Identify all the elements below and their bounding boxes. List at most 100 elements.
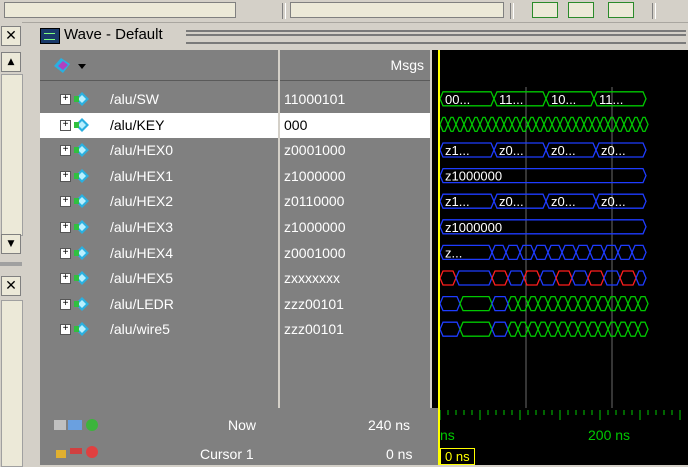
ledr-wave-segment bbox=[537, 295, 549, 312]
toolbar-field[interactable] bbox=[4, 2, 236, 18]
signal-row[interactable]: + /alu/wire5 bbox=[40, 317, 278, 342]
key-wave-segment bbox=[487, 116, 497, 133]
hex4-wave-segment bbox=[589, 244, 605, 261]
key-wave-segment bbox=[519, 116, 529, 133]
signal-icon bbox=[74, 245, 89, 260]
scroll-down-icon[interactable]: ▼ bbox=[1, 234, 21, 254]
cursor-time-row[interactable]: 0 ns bbox=[438, 448, 688, 465]
wire5-wave-segment bbox=[491, 321, 509, 337]
signal-name: /alu/HEX1 bbox=[110, 167, 174, 184]
expand-icon[interactable]: + bbox=[60, 145, 71, 157]
key-wave-segment bbox=[631, 116, 641, 133]
key-wave-segment bbox=[455, 116, 465, 133]
expand-icon[interactable]: + bbox=[60, 247, 71, 259]
add-cursor-icon bbox=[86, 419, 98, 431]
dock-splitter[interactable] bbox=[0, 262, 22, 266]
scrollbar-track[interactable] bbox=[1, 74, 23, 236]
signal-row[interactable]: + /alu/HEX5 bbox=[40, 266, 278, 291]
wire5-wave-segment bbox=[537, 321, 549, 337]
hex4-wave-segment bbox=[519, 244, 535, 261]
hex2-wave-label: z0... bbox=[551, 194, 576, 209]
signal-icon bbox=[74, 271, 89, 286]
signal-row[interactable]: + /alu/HEX2 bbox=[40, 189, 278, 214]
toolbar-field[interactable] bbox=[290, 2, 504, 18]
edit-cursor-icon bbox=[70, 448, 82, 454]
signal-value-row[interactable]: 000 bbox=[280, 112, 430, 138]
add-signal-icon[interactable] bbox=[52, 56, 88, 76]
key-wave-segment bbox=[479, 116, 489, 133]
toolbar bbox=[0, 0, 688, 23]
signal-row[interactable]: + /alu/SW bbox=[40, 87, 278, 112]
signal-name: /alu/HEX3 bbox=[110, 219, 174, 235]
side-panel bbox=[1, 300, 23, 467]
signal-value-row[interactable]: z1000000 bbox=[280, 215, 430, 240]
wire5-wave-segment bbox=[607, 321, 619, 337]
wave-tool-icon[interactable] bbox=[608, 2, 634, 18]
key-wave-segment bbox=[447, 116, 457, 133]
expand-icon[interactable]: + bbox=[60, 170, 71, 182]
signal-value-row[interactable]: z0001000 bbox=[280, 241, 430, 266]
signal-value-row[interactable]: z0110000 bbox=[280, 189, 430, 214]
signal-name: /alu/SW bbox=[110, 91, 160, 107]
signal-value: zxxxxxxx bbox=[284, 270, 340, 287]
signal-row[interactable]: + /alu/LEDR bbox=[40, 292, 278, 317]
wave-tool-icon[interactable] bbox=[568, 2, 594, 18]
expand-icon[interactable]: + bbox=[60, 324, 71, 336]
signal-row[interactable]: + /alu/HEX3 bbox=[40, 215, 278, 240]
signal-value-row[interactable]: zzz00101 bbox=[280, 317, 430, 342]
value-pane-header: Msgs bbox=[280, 50, 430, 81]
hex4-wave-segment bbox=[491, 244, 507, 261]
toolbar-separator bbox=[510, 3, 514, 19]
time-ruler[interactable]: ns 200 ns bbox=[438, 408, 688, 448]
expand-icon[interactable]: + bbox=[60, 119, 71, 131]
ledr-wave-segment bbox=[557, 295, 569, 312]
waveform-canvas: 00... 11... 10... 11... z1... z0... z0... z0...… bbox=[439, 87, 649, 408]
signal-icon bbox=[74, 92, 89, 106]
ledr-wave-segment bbox=[577, 295, 589, 312]
signal-row[interactable]: + /alu/KEY bbox=[40, 112, 278, 138]
key-wave-segment bbox=[615, 116, 625, 133]
signal-value-row[interactable]: z0001000 bbox=[280, 138, 430, 163]
key-wave-segment bbox=[527, 116, 537, 133]
close-icon[interactable]: ✕ bbox=[1, 26, 21, 46]
toolbar-separator bbox=[282, 3, 286, 19]
wave-tool-icon[interactable] bbox=[532, 2, 558, 18]
cursor-label[interactable]: Cursor 1 bbox=[200, 446, 254, 462]
wire5-wave-segment bbox=[637, 321, 649, 337]
hex2-wave-label: z0... bbox=[601, 194, 626, 209]
expand-icon[interactable]: + bbox=[60, 298, 71, 310]
waveform-pane[interactable]: 00... 11... 10... 11... z1... z0... z0... z0...… bbox=[432, 50, 688, 408]
expand-icon[interactable]: + bbox=[60, 94, 71, 105]
expand-icon[interactable]: + bbox=[60, 222, 71, 233]
signal-value-row[interactable]: zxxxxxxx bbox=[280, 266, 430, 291]
lock-icon bbox=[56, 450, 66, 458]
ledr-wave-segment bbox=[637, 295, 649, 312]
signal-row[interactable]: + /alu/HEX4 bbox=[40, 241, 278, 266]
scroll-up-icon[interactable]: ▲ bbox=[1, 52, 21, 72]
signal-name: /alu/HEX4 bbox=[110, 244, 174, 261]
close-icon[interactable]: ✕ bbox=[1, 276, 21, 296]
hex4-wave-segment bbox=[603, 244, 619, 261]
cursor-time-box[interactable]: 0 ns bbox=[440, 448, 475, 465]
ledr-wave-segment bbox=[607, 295, 619, 312]
signal-value: 000 bbox=[284, 116, 308, 133]
key-wave-segment bbox=[503, 116, 513, 133]
expand-icon[interactable]: + bbox=[60, 196, 71, 208]
hex5-wave-segment bbox=[587, 270, 605, 286]
expand-icon[interactable]: + bbox=[60, 273, 71, 285]
wire5-wave-segment bbox=[459, 321, 493, 337]
hex4-wave-label: z... bbox=[445, 245, 462, 260]
ledr-wave-segment bbox=[547, 295, 559, 312]
signal-value: z0001000 bbox=[284, 142, 346, 159]
signal-row[interactable]: + /alu/HEX0 bbox=[40, 138, 278, 163]
ledr-wave-segment bbox=[507, 295, 519, 312]
time-icons bbox=[54, 419, 98, 431]
sw-wave-label: 10... bbox=[551, 92, 576, 107]
signal-row[interactable]: + /alu/HEX1 bbox=[40, 164, 278, 189]
sw-wave-label: 11... bbox=[599, 92, 623, 107]
signal-value-row[interactable]: zzz00101 bbox=[280, 292, 430, 317]
signal-value-row[interactable]: z1000000 bbox=[280, 164, 430, 189]
cursor-1-line[interactable] bbox=[438, 50, 440, 465]
signal-value-row[interactable]: 11000101 bbox=[280, 87, 430, 112]
hex5-wave-segment bbox=[491, 270, 509, 286]
